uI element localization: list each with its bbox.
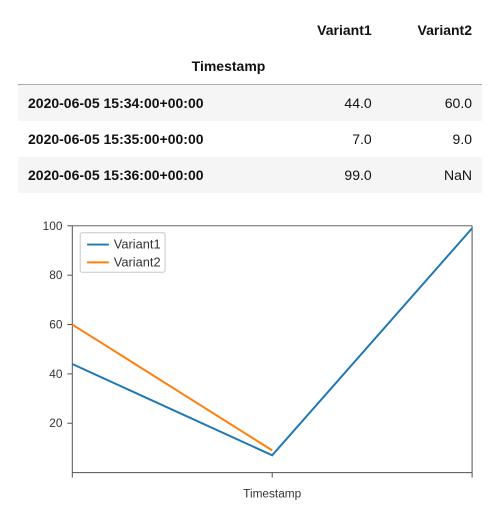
y-tick-label: 100 [43,219,63,233]
table-row: 2020-06-05 15:36:00+00:00 99.0 NaN [18,157,482,193]
table-cell: 7.0 [281,121,381,157]
series-line-variant2 [72,325,272,451]
y-tick-label: 20 [49,416,63,430]
x-ticks [72,473,472,478]
table-cell: 9.0 [382,121,482,157]
table-cell: NaN [382,157,482,193]
table-cell: 44.0 [281,85,381,122]
table-index-name: Timestamp [18,48,281,85]
y-tick-label: 80 [49,268,63,282]
table-row: 2020-06-05 15:34:00+00:00 44.0 60.0 [18,85,482,122]
table-row: 2020-06-05 15:35:00+00:00 7.0 9.0 [18,121,482,157]
data-table: Variant1 Variant2 Timestamp 2020-06-05 1… [18,12,482,193]
table-row-timestamp: 2020-06-05 15:35:00+00:00 [18,121,281,157]
y-tick-label: 60 [49,317,63,331]
table-cell: 99.0 [281,157,381,193]
chart-legend: Variant1 Variant2 [80,233,165,272]
table-col-header: Variant2 [382,12,482,48]
line-chart: 20 40 60 80 100 Timestamp Variant1 [18,211,482,507]
legend-label: Variant2 [114,254,161,269]
table-row-timestamp: 2020-06-05 15:36:00+00:00 [18,157,281,193]
legend-label: Variant1 [114,237,161,252]
y-tick-label: 40 [49,367,63,381]
table-row-timestamp: 2020-06-05 15:34:00+00:00 [18,85,281,122]
table-cell: 60.0 [382,85,482,122]
table-col-header: Variant1 [281,12,381,48]
y-ticks: 20 40 60 80 100 [43,219,73,430]
x-axis-label: Timestamp [243,486,301,500]
